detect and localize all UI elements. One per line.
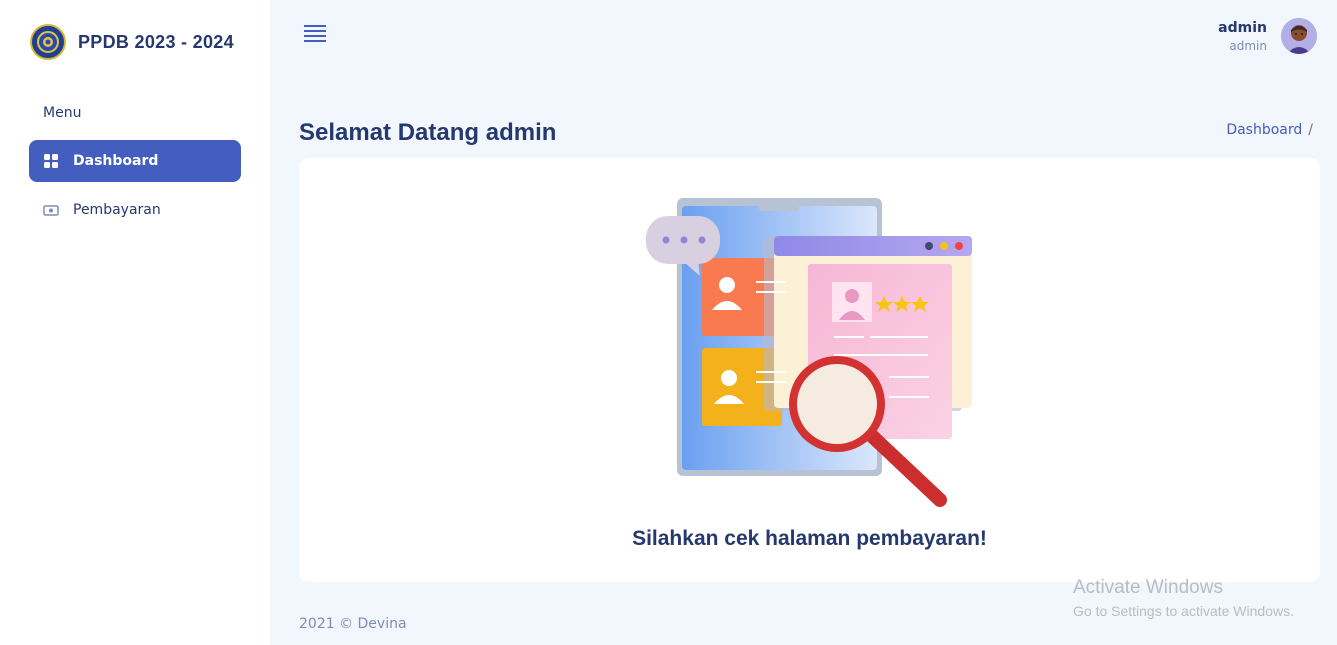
brand[interactable]: PPDB 2023 - 2024 <box>30 24 234 60</box>
search-profile-illustration <box>644 196 974 515</box>
sidebar-item-dashboard[interactable]: Dashboard <box>29 140 241 182</box>
user-name: admin <box>1218 19 1267 36</box>
menu-toggle-icon[interactable] <box>304 22 326 42</box>
card-message: Silahkan cek halaman pembayaran! <box>632 527 987 550</box>
school-logo <box>30 24 66 60</box>
user-role: admin <box>1229 38 1267 53</box>
sidebar-item-pembayaran[interactable]: Pembayaran <box>29 189 241 231</box>
sidebar-item-label: Pembayaran <box>73 202 161 218</box>
grid-icon <box>43 153 59 169</box>
footer-copyright: 2021 © Devina <box>299 616 407 632</box>
brand-title: PPDB 2023 - 2024 <box>78 31 234 52</box>
watermark-subtitle: Go to Settings to activate Windows. <box>1073 603 1294 619</box>
user-menu[interactable]: admin admin <box>1218 18 1317 54</box>
page-title: Selamat Datang admin <box>299 119 557 146</box>
breadcrumb: Dashboard / <box>1226 122 1313 138</box>
cash-icon <box>43 202 59 218</box>
sidebar-item-label: Dashboard <box>73 153 159 169</box>
welcome-card: Silahkan cek halaman pembayaran! <box>299 158 1320 582</box>
activation-watermark: Activate Windows Go to Settings to activ… <box>1073 577 1294 619</box>
breadcrumb-separator: / <box>1308 122 1313 138</box>
menu-title: Menu <box>43 105 82 121</box>
avatar[interactable] <box>1281 18 1317 54</box>
watermark-title: Activate Windows <box>1073 577 1223 598</box>
breadcrumb-dashboard-link[interactable]: Dashboard <box>1226 122 1302 138</box>
sidebar: PPDB 2023 - 2024 Menu Dashboard Pembayar… <box>0 0 270 645</box>
